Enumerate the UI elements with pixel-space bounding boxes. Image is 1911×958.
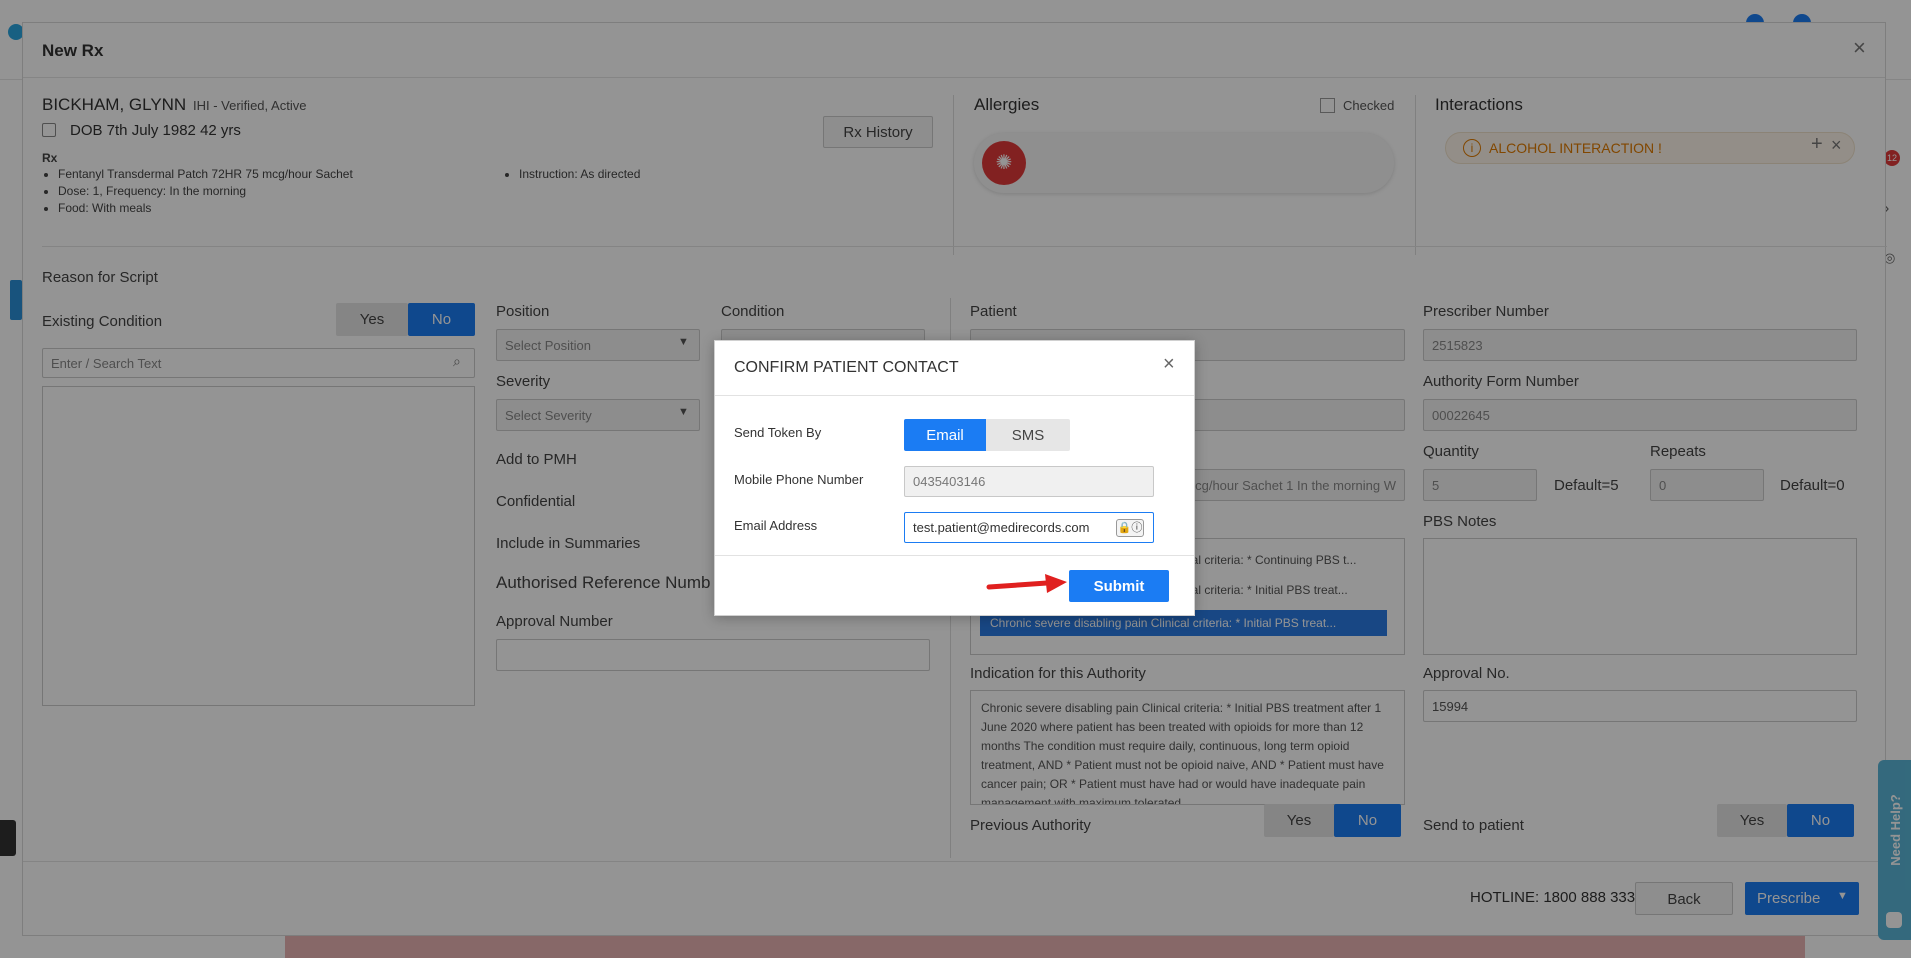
pointer-arrow-icon — [986, 574, 1067, 593]
mobile-phone-label: Mobile Phone Number — [734, 472, 864, 487]
dialog-footer-divider — [715, 555, 1194, 556]
submit-button[interactable]: Submit — [1069, 570, 1169, 602]
dialog-header: CONFIRM PATIENT CONTACT × — [715, 341, 1194, 396]
sms-option-button[interactable]: SMS — [986, 419, 1070, 451]
email-address-label: Email Address — [734, 518, 818, 533]
password-manager-icon[interactable]: 🔒ⓘ — [1116, 519, 1144, 537]
confirm-patient-contact-dialog: CONFIRM PATIENT CONTACT × Send Token By … — [714, 340, 1195, 616]
dialog-title: CONFIRM PATIENT CONTACT — [734, 359, 959, 376]
mobile-phone-input[interactable]: 0435403146 — [904, 466, 1154, 497]
dialog-close-icon[interactable]: × — [1163, 353, 1175, 376]
send-token-label: Send Token By — [734, 425, 822, 440]
email-option-button[interactable]: Email — [904, 419, 986, 451]
email-address-value: test.patient@medirecords.com — [913, 520, 1090, 535]
